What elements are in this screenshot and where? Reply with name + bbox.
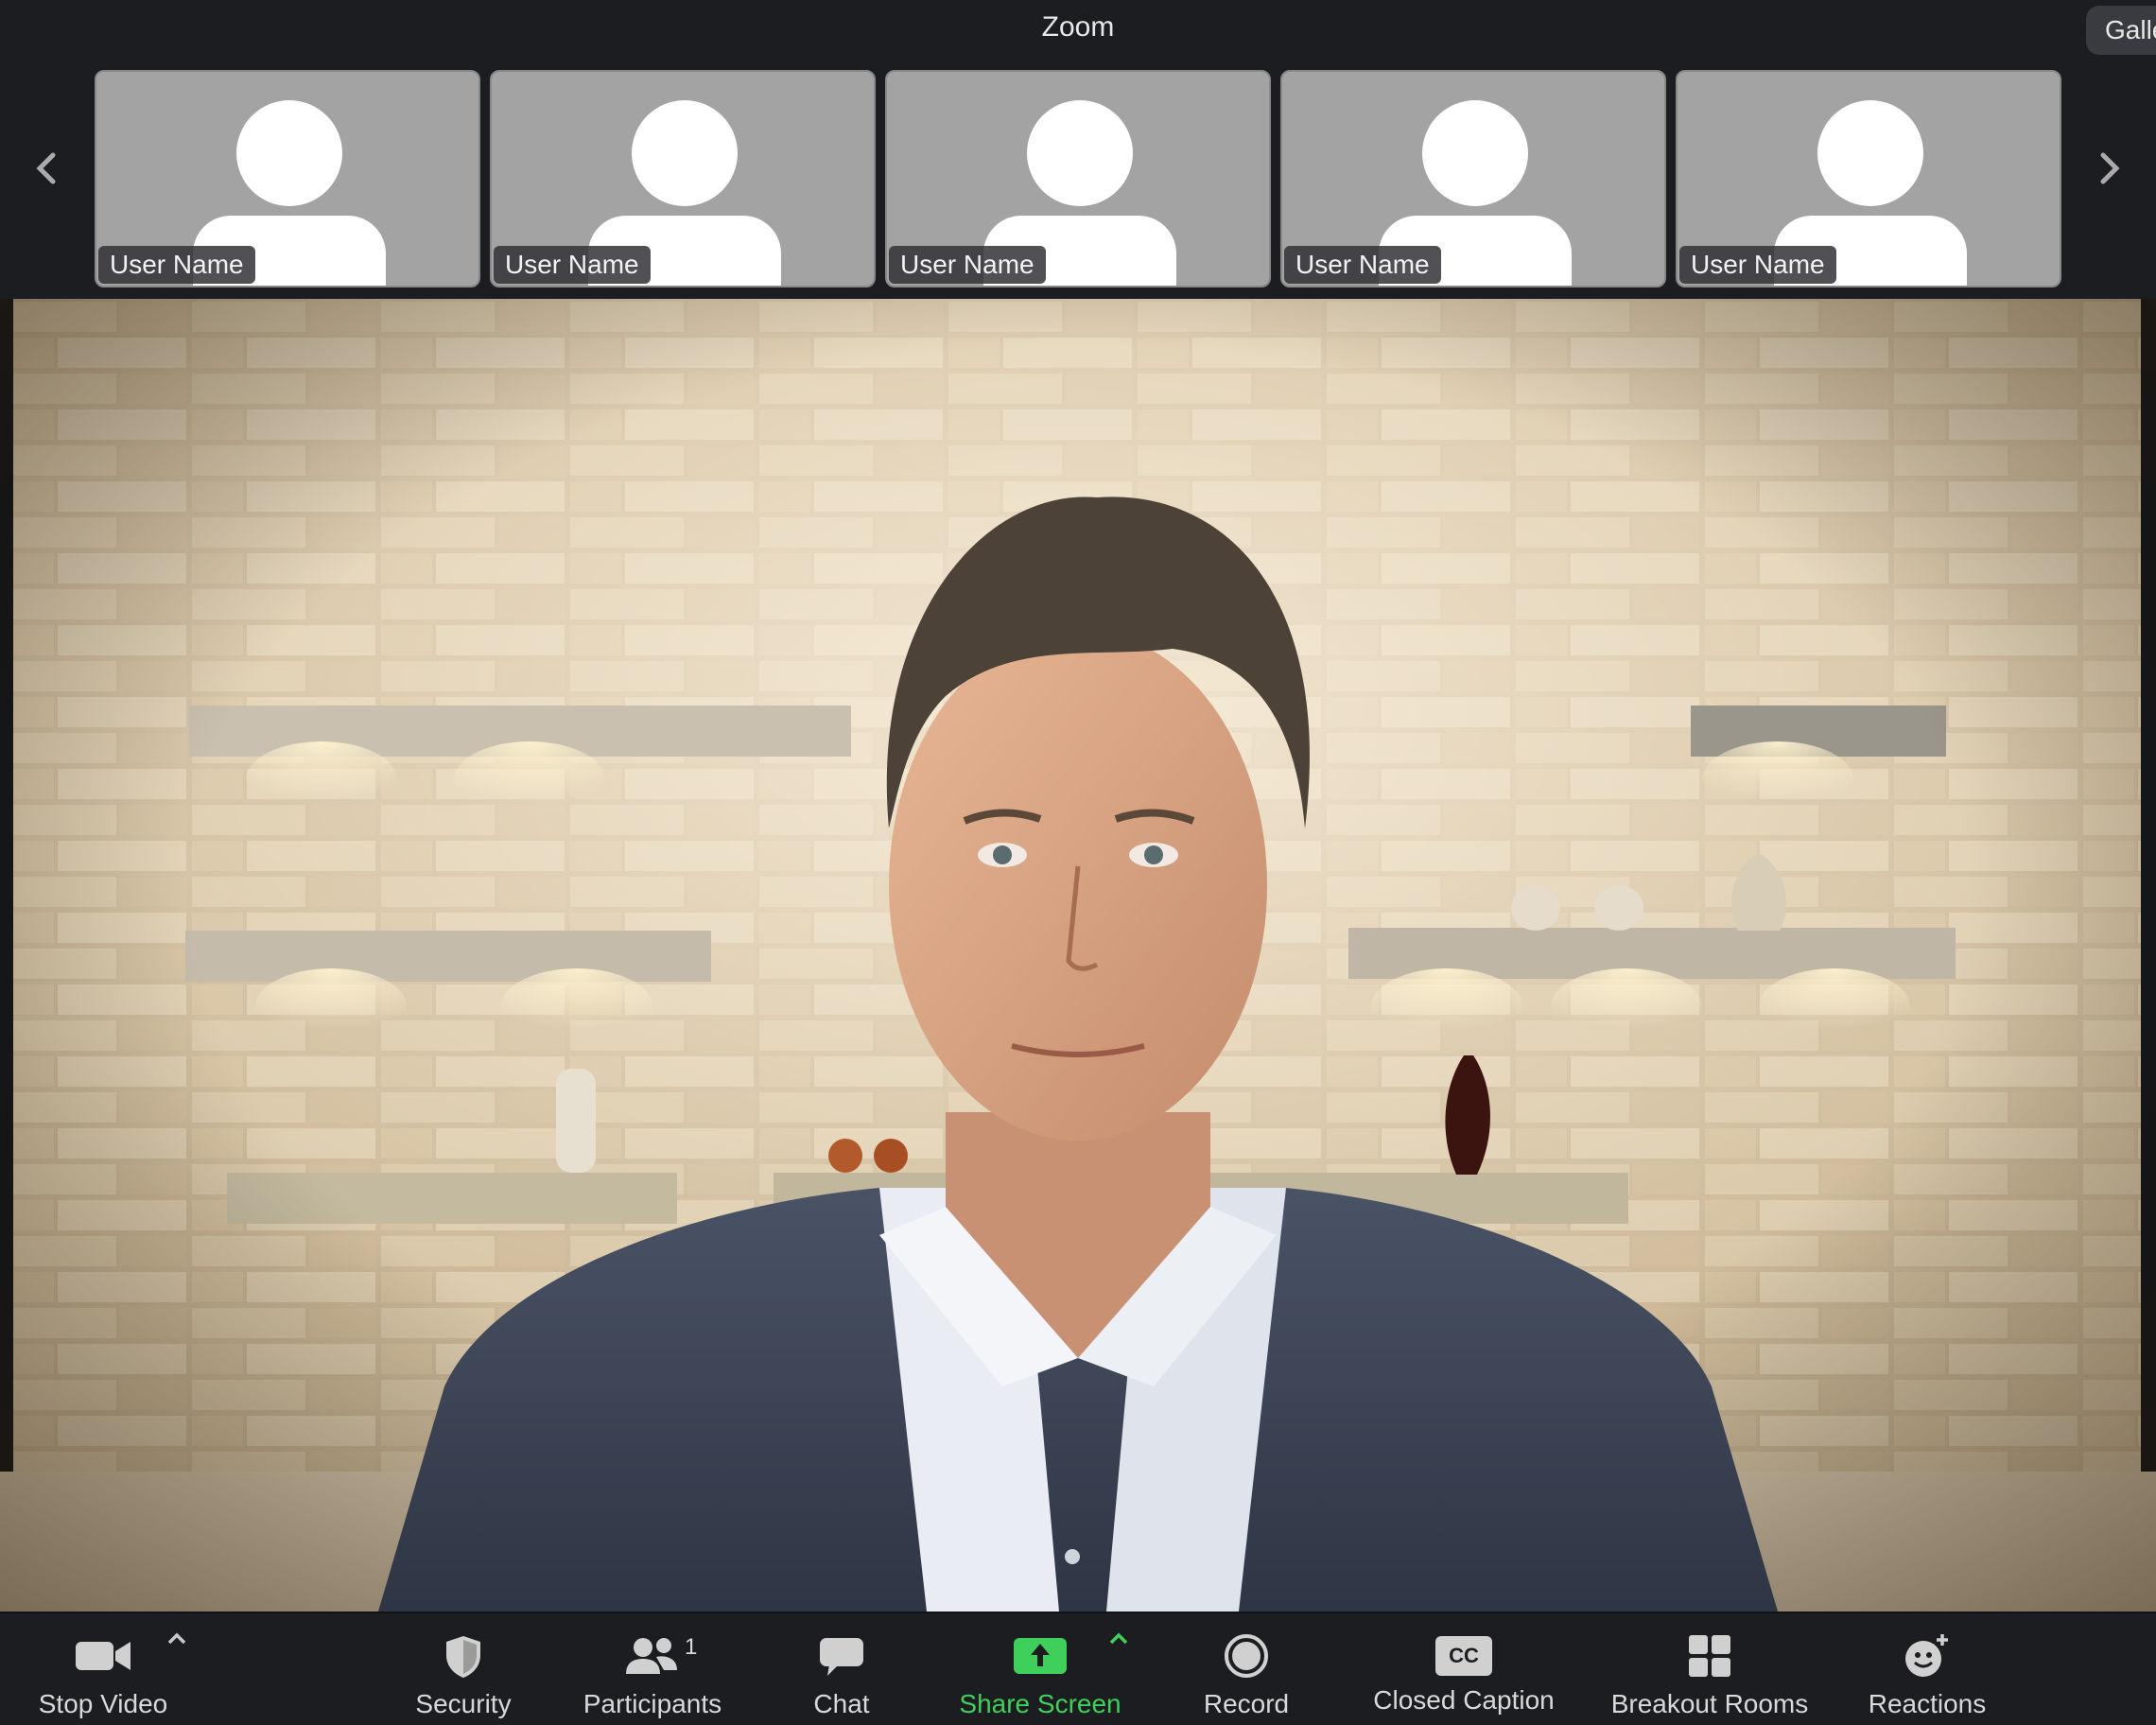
participant-strip: User Name User Name User Name User Name …: [0, 57, 2156, 299]
participant-name: User Name: [1679, 246, 1836, 284]
chat-bubble-icon: [820, 1638, 863, 1676]
security-label: Security: [415, 1689, 512, 1718]
participants-button[interactable]: 1 Participants: [567, 1632, 738, 1723]
participant-count-badge: 1: [685, 1634, 698, 1660]
participant-name: User Name: [98, 246, 255, 284]
participant-tile[interactable]: User Name: [490, 70, 876, 288]
chat-button[interactable]: Chat: [785, 1632, 898, 1723]
share-screen-label: Share Screen: [959, 1689, 1121, 1718]
smiley-plus-icon: [1905, 1634, 1948, 1677]
meeting-toolbar: Stop Video Security 1 Participants Chat: [0, 1612, 2156, 1725]
reactions-button[interactable]: Reactions: [1853, 1632, 2001, 1723]
breakout-rooms-button[interactable]: Breakout Rooms: [1598, 1632, 1821, 1723]
stop-video-label: Stop Video: [38, 1689, 168, 1718]
avatar-head: [236, 100, 342, 206]
participant-tile[interactable]: User Name: [1676, 70, 2061, 288]
avatar-head: [1027, 100, 1133, 206]
closed-caption-button[interactable]: CC Closed Caption: [1352, 1632, 1575, 1723]
chevron-right-icon[interactable]: [2090, 140, 2128, 197]
chat-label: Chat: [813, 1689, 870, 1718]
participant-tile[interactable]: User Name: [885, 70, 1271, 288]
record-icon: [1225, 1634, 1268, 1678]
stop-video-button[interactable]: Stop Video: [23, 1632, 183, 1723]
speaker-video-frame: [0, 299, 2156, 1612]
participant-tile[interactable]: User Name: [1280, 70, 1666, 288]
grid-icon: [1689, 1635, 1730, 1677]
record-label: Record: [1203, 1689, 1290, 1718]
gallery-view-button[interactable]: Gallery View: [2086, 6, 2156, 55]
video-camera-icon: [76, 1642, 130, 1670]
closed-caption-icon: CC: [1435, 1636, 1492, 1676]
reactions-label: Reactions: [1868, 1689, 1987, 1718]
security-button[interactable]: Security: [388, 1632, 539, 1723]
participant-name: User Name: [494, 246, 651, 284]
avatar-head: [1422, 100, 1528, 206]
closed-caption-label: Closed Caption: [1373, 1685, 1555, 1715]
people-icon: [626, 1638, 677, 1674]
breakout-rooms-label: Breakout Rooms: [1610, 1689, 1809, 1718]
participants-label: Participants: [582, 1689, 722, 1718]
active-speaker-video: [0, 299, 2156, 1612]
share-options-caret-icon[interactable]: [1106, 1627, 1131, 1651]
record-button[interactable]: Record: [1182, 1632, 1311, 1723]
participant-name: User Name: [889, 246, 1046, 284]
video-options-caret-icon[interactable]: [165, 1627, 189, 1651]
title-bar: Zoom Gallery View: [0, 0, 2156, 57]
share-screen-icon: [1014, 1638, 1067, 1674]
avatar-head: [632, 100, 738, 206]
participant-tile[interactable]: User Name: [95, 70, 480, 288]
shield-icon: [446, 1636, 480, 1678]
avatar-head: [1817, 100, 1923, 206]
window-title: Zoom: [1041, 11, 1115, 43]
chevron-left-icon[interactable]: [28, 140, 66, 197]
participant-name: User Name: [1284, 246, 1441, 284]
